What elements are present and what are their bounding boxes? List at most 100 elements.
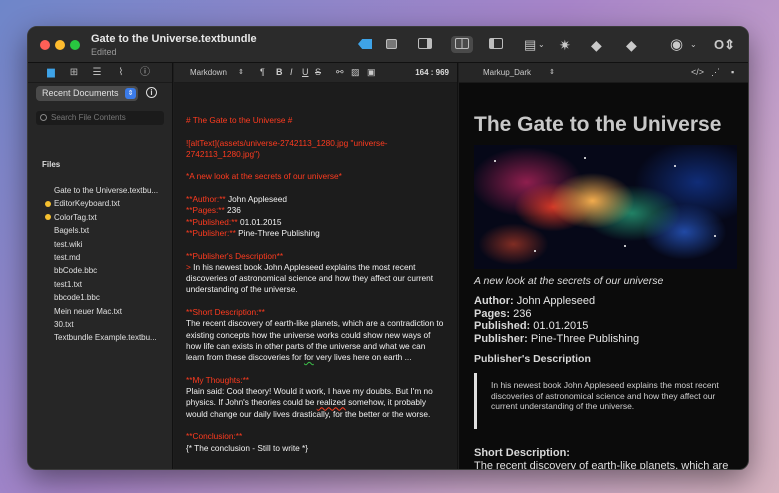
md-description-heading: **Publisher's Description**	[186, 250, 284, 261]
close-window-button[interactable]	[40, 40, 50, 50]
image-icon[interactable]: ▨	[351, 67, 360, 78]
md-meta-block: **Author:** John Appleseed **Pages:** 23…	[186, 194, 446, 239]
split-right-icon[interactable]	[489, 37, 503, 53]
md-conclusion-heading: **Conclusion:**	[186, 431, 243, 442]
search-icon	[40, 114, 47, 121]
file-list-item[interactable]: bbcode1.bbc	[42, 291, 170, 304]
navigate-back-icon[interactable]: ◆	[591, 37, 602, 53]
universe-image	[474, 145, 737, 269]
single-pane-icon[interactable]	[386, 37, 397, 53]
file-list-item[interactable]: test.md	[42, 251, 170, 264]
code-view-icon[interactable]: </>	[691, 67, 704, 77]
color-tag-icon	[45, 214, 51, 221]
chevron-down-icon[interactable]: ⌄	[538, 37, 545, 53]
md-short-text-end: very lives here on earth ...	[313, 352, 412, 363]
file-name: test.md	[54, 252, 81, 262]
sidebar: ▆ ⊞ ☰ ⌇ ⓘ Recent Documents ⇕ i Search Fi…	[28, 63, 173, 469]
md-tagline: *A new look at the secrets of our univer…	[186, 171, 342, 182]
navigate-forward-icon[interactable]: ◆	[626, 37, 637, 53]
md-thoughts-block: **My Thoughts:** Plain said: Cool theory…	[186, 375, 446, 420]
comment-icon[interactable]: ▣	[367, 67, 376, 78]
preview-short-text: The recent discovery of earth-like plane…	[474, 460, 729, 470]
dropdown-label: Recent Documents	[42, 88, 119, 98]
pages-label: Pages:	[474, 307, 511, 320]
md-short-block: **Short Description:** The recent discov…	[186, 307, 446, 363]
md-published-label: **Published:**	[186, 216, 238, 227]
syntax-mode-select[interactable]: Markdown	[190, 68, 227, 77]
published-label: Published:	[474, 320, 531, 333]
md-description-block: **Publisher's Description** > In his new…	[186, 251, 446, 296]
preview-short-heading: Short Description:	[474, 447, 570, 459]
publisher-label: Publisher:	[474, 332, 528, 345]
file-list-item[interactable]: Gate to the Universe.textbu...	[42, 184, 170, 197]
md-publisher-value: Pine-Three Publishing	[235, 227, 320, 238]
add-file-icon[interactable]: ⊞	[67, 66, 81, 80]
folder-icon[interactable]: ▆	[44, 66, 58, 80]
window-title: Gate to the Universe.textbundle	[91, 33, 257, 45]
split-view-icon	[455, 37, 469, 53]
document-status: Edited	[91, 47, 117, 57]
file-list-item[interactable]: bbCode.bbc	[42, 264, 170, 277]
split-left-icon[interactable]	[418, 37, 432, 53]
md-pages-value: 236	[224, 205, 241, 216]
md-published-value: 01.01.2015	[237, 216, 282, 227]
bold-button[interactable]: B	[276, 67, 283, 77]
md-thoughts-heading: **My Thoughts:**	[186, 374, 250, 385]
minimize-window-button[interactable]	[55, 40, 65, 50]
tag-flag-icon[interactable]	[358, 39, 372, 49]
markdown-editor[interactable]: Markdown ⇕ ¶ B I U S ⚯ ▨ ▣ 164 : 969 # T…	[174, 63, 458, 469]
file-list-item[interactable]: Textbundle Example.textbu...	[42, 331, 170, 344]
preview-title: The Gate to the Universe	[474, 113, 722, 136]
editor-text[interactable]: # The Gate to the Universe # ![altText](…	[186, 115, 446, 465]
md-author-label: **Author:**	[186, 194, 226, 205]
zoom-window-button[interactable]	[70, 40, 80, 50]
theme-select[interactable]: Markup_Dark	[483, 68, 531, 77]
preview-toolbar: Markup_Dark ⇕ </> ⋰ ▪	[459, 63, 748, 83]
file-name: test.wiki	[54, 239, 83, 249]
search-placeholder: Search File Contents	[51, 113, 126, 122]
file-name: Bagels.txt	[54, 226, 90, 236]
preview-description-heading: Publisher's Description	[474, 353, 591, 365]
published-value: 01.01.2015	[533, 320, 589, 333]
file-name: 30.txt	[54, 319, 74, 329]
md-author-value: John Appleseed	[225, 194, 288, 205]
underline-button[interactable]: U	[302, 67, 309, 77]
preview-subtitle: A new look at the secrets of our univers…	[474, 275, 664, 287]
share-icon[interactable]: ⋰	[711, 67, 720, 78]
md-spelling-flag[interactable]: realized	[317, 397, 346, 407]
info-tab-icon[interactable]: ⓘ	[138, 66, 152, 80]
attachment-icon[interactable]: ⌇	[114, 66, 128, 80]
file-list-item[interactable]: EditorKeyboard.txt	[42, 197, 170, 210]
file-list-item[interactable]: ColorTag.txt	[42, 211, 170, 224]
file-list-item[interactable]: Bagels.txt	[42, 224, 170, 237]
lock-icon[interactable]: ▪	[731, 67, 734, 77]
link-icon[interactable]: ⚯	[336, 67, 344, 78]
recent-documents-dropdown[interactable]: Recent Documents ⇕	[36, 86, 138, 101]
zoom-stepper-icon[interactable]: O⇕	[714, 37, 735, 53]
search-input[interactable]: Search File Contents	[36, 111, 164, 125]
eye-icon[interactable]: ◉	[670, 37, 683, 53]
strikethrough-button[interactable]: S	[315, 67, 321, 77]
chevron-down-icon[interactable]: ⌄	[690, 37, 697, 53]
title-bar: Gate to the Universe.textbundle Edited ▤…	[28, 27, 748, 63]
file-name: ColorTag.txt	[54, 212, 97, 222]
preview-settings-icon[interactable]: ✷	[559, 37, 571, 53]
preview-description-quote: In his newest book John Appleseed explai…	[474, 373, 736, 429]
app-window: Gate to the Universe.textbundle Edited ▤…	[27, 26, 749, 470]
chevron-updown-icon[interactable]: ⇕	[238, 68, 244, 76]
md-grammar-flag[interactable]: for	[304, 352, 314, 362]
chevron-updown-icon[interactable]: ⇕	[549, 68, 555, 76]
publisher-value: Pine-Three Publishing	[530, 332, 640, 345]
md-conclusion-block: **Conclusion:** {* The conclusion - Stil…	[186, 431, 446, 454]
italic-button[interactable]: I	[290, 67, 293, 77]
outline-list-icon[interactable]: ☰	[90, 66, 104, 80]
preview-meta: Author: John Appleseed Pages: 236 Publis…	[474, 295, 639, 345]
export-document-icon[interactable]: ▤	[524, 37, 536, 53]
info-icon[interactable]: i	[146, 87, 157, 98]
file-list-item[interactable]: test1.txt	[42, 278, 170, 291]
file-list-item[interactable]: 30.txt	[42, 318, 170, 331]
paragraph-button[interactable]: ¶	[260, 67, 265, 77]
file-list-item[interactable]: Mein neuer Mac.txt	[42, 305, 170, 318]
pages-value: 236	[513, 307, 532, 320]
file-list-item[interactable]: test.wiki	[42, 238, 170, 251]
